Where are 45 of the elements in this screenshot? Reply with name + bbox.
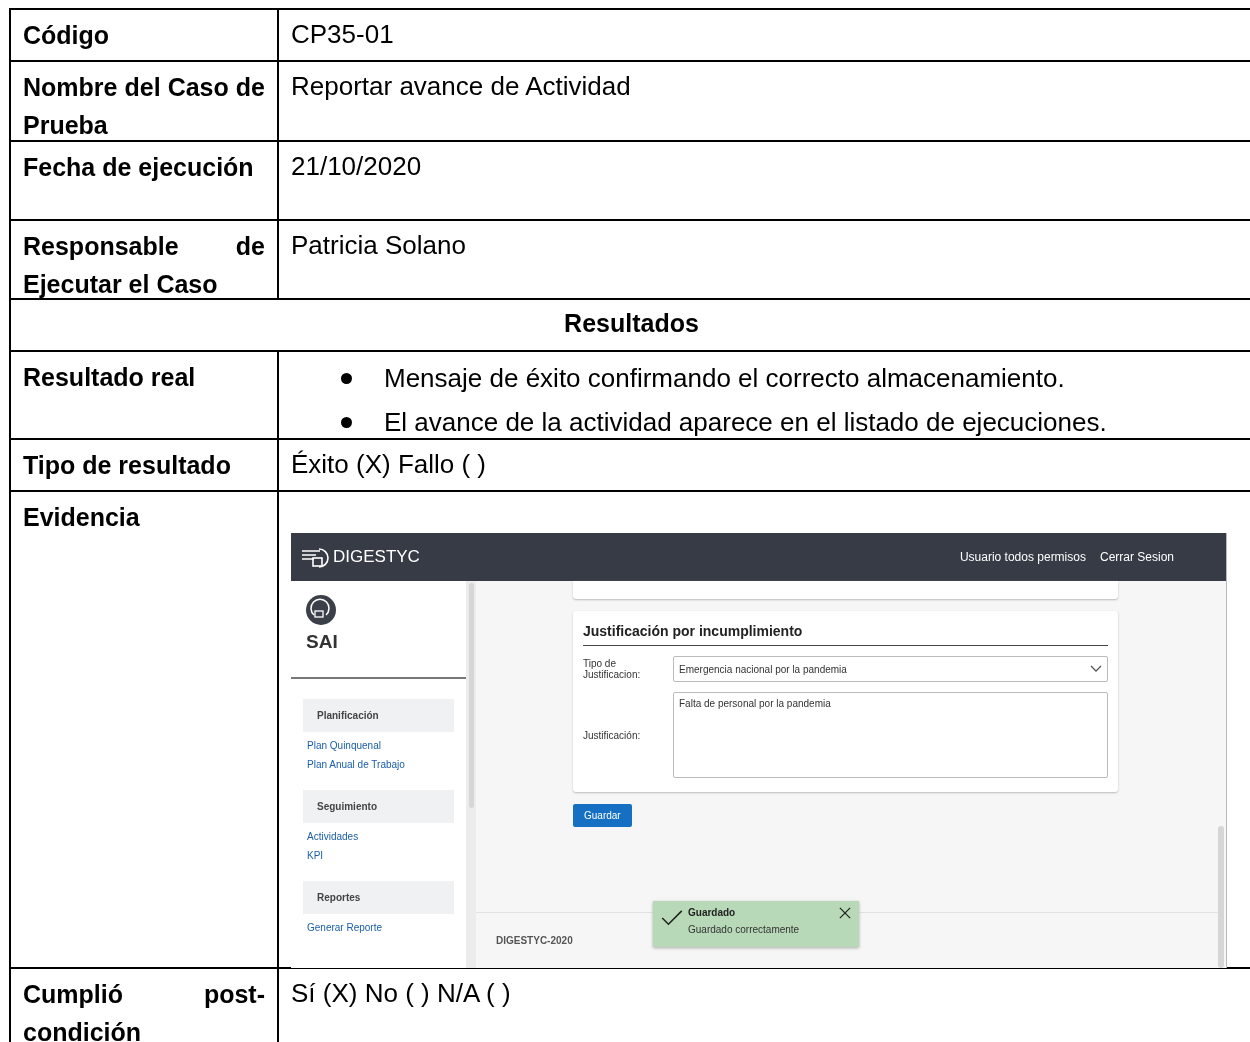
nav-link[interactable]: Actividades xyxy=(307,831,466,842)
list-item: El avance de la actividad aparece en el listado de ejecuciones. xyxy=(384,406,1107,439)
field-label: Evidencia xyxy=(23,502,141,533)
nav-link[interactable]: Plan Quinquenal xyxy=(307,740,466,751)
footer-text: DIGESTYC-2020 xyxy=(496,935,573,946)
bullet-icon xyxy=(341,416,352,428)
close-icon[interactable] xyxy=(839,907,851,919)
logout-link[interactable]: Cerrar Sesion xyxy=(1099,550,1174,564)
nav-link[interactable]: Generar Reporte xyxy=(307,922,466,933)
list-item: Mensaje de éxito confirmando el correcto almacenamiento. xyxy=(384,362,1065,395)
select-field[interactable]: Emergencia nacional por la pandemia xyxy=(673,656,1108,682)
nav-section-header: Reportes xyxy=(303,881,454,914)
section-heading: Resultados xyxy=(563,308,700,339)
card-title: Justificación por incumplimiento xyxy=(583,623,1108,646)
field-value: Patricia Solano xyxy=(291,229,467,262)
nav-section-header: Planificación xyxy=(303,699,454,732)
field-value: 21/10/2020 xyxy=(291,150,423,183)
toast-message: Guardado correctamente xyxy=(688,924,800,935)
field-value: CP35-01 xyxy=(291,18,395,51)
check-icon xyxy=(661,910,683,926)
app-name: SAI xyxy=(306,631,339,653)
field-value: Sí (X) No ( ) N/A ( ) xyxy=(291,977,512,1010)
text-area[interactable]: Falta de personal por la pandemia xyxy=(673,692,1108,778)
field-value: Éxito (X) Fallo ( ) xyxy=(291,448,488,481)
field-label: Cumplió post-condición xyxy=(23,979,265,1042)
field-label: Tipo de resultado xyxy=(23,450,232,481)
logo-text: DIGESTYC xyxy=(333,547,420,567)
nav-section-header: Seguimiento xyxy=(303,790,454,823)
scrollbar[interactable] xyxy=(1218,826,1224,968)
field-label: Tipo de Justificacion: xyxy=(583,658,642,680)
field-label: Fecha de ejecución xyxy=(23,152,255,183)
user-link[interactable]: Usuario todos permisos xyxy=(959,550,1086,564)
chevron-down-icon xyxy=(1090,665,1102,673)
nav-link[interactable]: KPI xyxy=(307,850,466,861)
field-label: Responsable de Ejecutar el Caso xyxy=(23,231,265,300)
chart-icon xyxy=(306,595,336,625)
save-button[interactable]: Guardar xyxy=(573,804,632,827)
field-label: Justificación: xyxy=(583,729,642,741)
field-label: Resultado real xyxy=(23,362,197,393)
nav-link[interactable]: Plan Anual de Trabajo xyxy=(307,759,466,770)
field-value: Reportar avance de Actividad xyxy=(291,70,632,103)
field-label: Código xyxy=(23,20,111,51)
toast-title: Guardado xyxy=(688,907,737,918)
bullet-icon xyxy=(341,372,352,384)
field-label: Nombre del Caso de Prueba xyxy=(23,72,265,141)
